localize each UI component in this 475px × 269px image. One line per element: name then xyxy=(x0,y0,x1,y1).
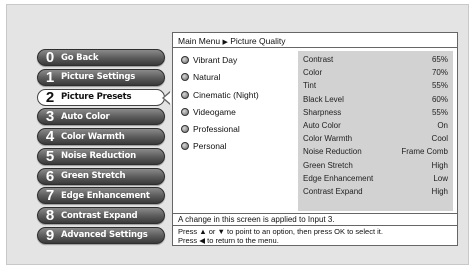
radio-icon xyxy=(181,56,189,64)
selection-pointer-icon xyxy=(164,92,171,104)
menu-label: Edge Enhancement xyxy=(61,190,150,201)
setting-row: Sharpness 55% xyxy=(303,106,448,119)
menu-number: 8 xyxy=(45,207,55,224)
menu-label: Noise Reduction xyxy=(61,151,137,162)
setting-value: High xyxy=(431,160,448,170)
setting-row: Green Stretch High xyxy=(303,159,448,172)
preset-option[interactable]: Natural xyxy=(181,72,296,82)
setting-row: Color 70% xyxy=(303,66,448,79)
menu-item-noise-reduction[interactable]: 5 Noise Reduction xyxy=(37,147,165,165)
menu-label: Picture Settings xyxy=(61,72,136,83)
setting-name: Color xyxy=(303,68,323,78)
setting-name: Contrast xyxy=(303,55,334,64)
setting-name: Contrast Expand xyxy=(303,186,363,196)
setting-row: Auto Color On xyxy=(303,119,448,132)
setting-row: Contrast Expand High xyxy=(303,185,448,198)
menu-number: 4 xyxy=(45,128,55,145)
setting-row: Black Level 60% xyxy=(303,93,448,106)
setting-value: 70% xyxy=(431,68,448,78)
radio-icon xyxy=(181,125,189,134)
setting-value: 65% xyxy=(431,55,448,64)
menu-item-advanced-settings[interactable]: 9 Advanced Settings xyxy=(37,226,165,244)
menu-label: Color Warmth xyxy=(61,131,125,142)
setting-value: Cool xyxy=(431,134,448,144)
preset-option[interactable]: Personal xyxy=(181,141,296,151)
setting-name: Noise Reduction xyxy=(303,147,362,157)
preset-option[interactable]: Vibrant Day xyxy=(181,55,296,65)
menu-number: 2 xyxy=(45,88,55,106)
radio-icon xyxy=(181,73,189,82)
menu-number: 6 xyxy=(45,167,55,185)
preset-option[interactable]: Cinematic (Night) xyxy=(181,90,296,100)
menu-label: Advanced Settings xyxy=(61,230,148,241)
setting-name: Green Stretch xyxy=(303,160,353,170)
breadcrumb-separator-icon: ▶ xyxy=(222,39,228,46)
menu-item-picture-presets[interactable]: 2 Picture Presets xyxy=(37,88,165,106)
menu-label: Go Back xyxy=(61,52,99,63)
preset-option[interactable]: Videogame xyxy=(181,107,296,117)
menu-label: Green Stretch xyxy=(61,171,126,181)
breadcrumb-root: Main Menu xyxy=(178,36,221,46)
setting-name: Color Warmth xyxy=(303,134,353,144)
preset-label: Videogame xyxy=(193,106,236,117)
preset-label: Professional xyxy=(193,124,240,135)
setting-name: Tint xyxy=(303,81,317,91)
menu-label: Contrast Expand xyxy=(61,210,138,221)
setting-value: 55% xyxy=(431,107,448,117)
settings-summary: Contrast 65% Color 70% Tint 55% Black Le… xyxy=(298,51,453,211)
preset-label: Cinematic (Night) xyxy=(193,89,259,100)
menu-number: 0 xyxy=(45,49,55,66)
menu-item-color-warmth[interactable]: 4 Color Warmth xyxy=(37,128,165,145)
menu-number: 9 xyxy=(45,226,55,244)
menu-item-go-back[interactable]: 0 Go Back xyxy=(37,49,165,66)
menu-label: Auto Color xyxy=(61,111,110,122)
setting-name: Auto Color xyxy=(303,120,341,130)
breadcrumb-current: Picture Quality xyxy=(230,36,286,46)
setting-row: Edge Enhancement Low xyxy=(303,172,448,185)
setting-value: On xyxy=(437,120,448,130)
radio-icon xyxy=(181,142,189,151)
setting-name: Sharpness xyxy=(303,107,342,117)
setting-row: Noise Reduction Frame Comb xyxy=(303,145,448,158)
breadcrumb: Main Menu ▶ Picture Quality xyxy=(173,33,457,48)
menu-number: 5 xyxy=(45,147,55,165)
setting-value: Frame Comb xyxy=(401,147,448,157)
setting-row: Contrast 65% xyxy=(303,53,448,66)
preset-label: Natural xyxy=(193,72,221,83)
preset-option[interactable]: Professional xyxy=(181,124,296,134)
menu-number: 7 xyxy=(45,187,55,205)
picture-quality-panel: Main Menu ▶ Picture Quality Vibrant Day … xyxy=(172,32,458,246)
menu-number: 1 xyxy=(45,68,55,86)
radio-icon xyxy=(181,107,189,116)
radio-icon xyxy=(181,90,189,99)
menu-item-contrast-expand[interactable]: 8 Contrast Expand xyxy=(37,207,165,224)
menu-number: 3 xyxy=(45,108,55,126)
menu-item-picture-settings[interactable]: 1 Picture Settings xyxy=(37,68,165,86)
preset-label: Vibrant Day xyxy=(193,55,238,65)
menu-item-auto-color[interactable]: 3 Auto Color xyxy=(37,108,165,126)
setting-value: Low xyxy=(433,173,448,183)
help-line-2: Press ◀ to return to the menu. xyxy=(178,236,279,245)
help-text: Press ▲ or ▼ to point to an option, then… xyxy=(173,225,457,245)
menu-item-green-stretch[interactable]: 6 Green Stretch xyxy=(37,167,165,185)
setting-name: Edge Enhancement xyxy=(303,173,374,183)
input-notice: A change in this screen is applied to In… xyxy=(173,213,457,225)
setting-row: Tint 55% xyxy=(303,79,448,92)
left-menu: 0 Go Back 1 Picture Settings 2 Picture P… xyxy=(37,49,165,247)
setting-value: High xyxy=(431,186,448,196)
tv-menu-screen: 0 Go Back 1 Picture Settings 2 Picture P… xyxy=(6,4,469,265)
setting-value: 60% xyxy=(431,94,448,104)
preset-list: Vibrant Day Natural Cinematic (Night) Vi… xyxy=(181,55,296,159)
preset-label: Personal xyxy=(193,141,227,152)
menu-label: Picture Presets xyxy=(61,92,132,102)
setting-row: Color Warmth Cool xyxy=(303,132,448,145)
menu-item-edge-enhancement[interactable]: 7 Edge Enhancement xyxy=(37,187,165,205)
setting-name: Black Level xyxy=(303,94,344,104)
help-line-1: Press ▲ or ▼ to point to an option, then… xyxy=(178,227,383,236)
setting-value: 55% xyxy=(431,81,448,91)
